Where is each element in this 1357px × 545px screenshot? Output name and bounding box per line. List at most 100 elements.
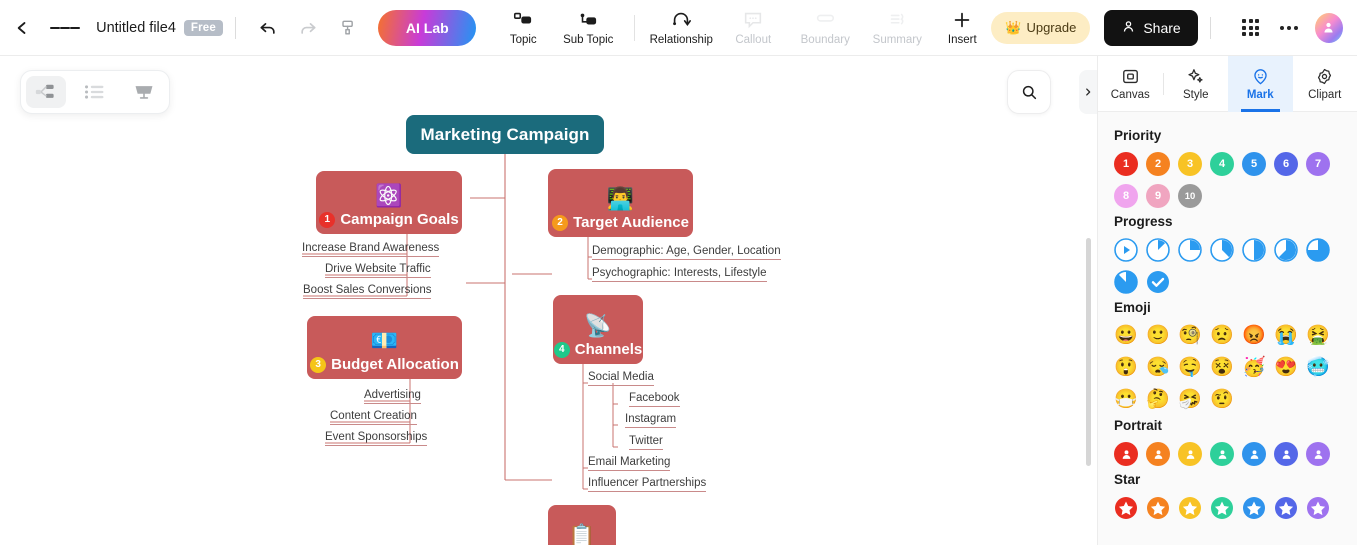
progress-marker-37[interactable] <box>1210 238 1234 262</box>
summary-label: Summary <box>872 34 922 46</box>
branch-budget-allocation[interactable]: 💶 3 Budget Allocation <box>307 316 462 379</box>
priority-marker[interactable]: 6 <box>1274 152 1298 176</box>
subtopic[interactable]: Instagram <box>625 413 677 428</box>
progress-marker-0[interactable] <box>1114 238 1138 262</box>
portrait-marker-row <box>1114 442 1341 466</box>
hamburger-menu-icon[interactable] <box>50 13 81 43</box>
priority-marker[interactable]: 7 <box>1306 152 1330 176</box>
emoji-marker[interactable]: 🤤 <box>1178 356 1202 380</box>
canvas-vertical-scrollbar[interactable] <box>1086 238 1091 466</box>
progress-marker-50[interactable] <box>1242 238 1266 262</box>
outline-view-button[interactable] <box>75 76 115 108</box>
more-dots-icon[interactable] <box>1275 13 1303 43</box>
branch-campaign-goals[interactable]: ⚛️ 1 Campaign Goals <box>316 171 462 234</box>
subtopic[interactable]: Demographic: Age, Gender, Location <box>592 245 781 260</box>
subtopic[interactable]: Influencer Partnerships <box>588 477 707 492</box>
priority-marker[interactable]: 8 <box>1114 184 1138 208</box>
user-avatar[interactable] <box>1314 12 1343 43</box>
portrait-marker[interactable] <box>1242 442 1266 466</box>
emoji-marker[interactable]: 😟 <box>1210 324 1234 348</box>
subtopic[interactable]: Increase Brand Awareness <box>302 242 440 257</box>
emoji-marker[interactable]: 🤮 <box>1306 324 1330 348</box>
tab-mark[interactable]: Mark <box>1228 56 1293 112</box>
subtopic[interactable]: Boost Sales Conversions <box>303 284 432 299</box>
star-marker[interactable] <box>1306 496 1330 520</box>
progress-marker-75[interactable] <box>1306 238 1330 262</box>
emoji-marker[interactable]: 😭 <box>1274 324 1298 348</box>
undo-icon[interactable] <box>254 13 282 43</box>
star-marker[interactable] <box>1242 496 1266 520</box>
branch-channels[interactable]: 📡 4 Channels <box>553 295 643 364</box>
star-marker[interactable] <box>1114 496 1138 520</box>
sub-topic-button[interactable]: Sub Topic <box>552 9 624 46</box>
subtopic[interactable]: Twitter <box>629 435 663 450</box>
emoji-marker[interactable]: 🤨 <box>1210 388 1234 412</box>
priority-marker[interactable]: 9 <box>1146 184 1170 208</box>
emoji-marker[interactable]: 🤧 <box>1178 388 1202 412</box>
progress-marker-12[interactable] <box>1146 238 1170 262</box>
portrait-marker[interactable] <box>1146 442 1170 466</box>
emoji-marker[interactable]: 🥶 <box>1306 356 1330 380</box>
portrait-marker[interactable] <box>1210 442 1234 466</box>
portrait-marker[interactable] <box>1178 442 1202 466</box>
ai-lab-button[interactable]: AI Lab <box>378 9 477 46</box>
tab-canvas[interactable]: Canvas <box>1098 56 1163 112</box>
subtopic[interactable]: Content Creation <box>330 410 417 425</box>
file-name[interactable]: Untitled file4 <box>96 20 176 36</box>
emoji-marker[interactable]: 🧐 <box>1178 324 1202 348</box>
emoji-marker[interactable]: 😀 <box>1114 324 1138 348</box>
presentation-view-button[interactable] <box>124 76 164 108</box>
mindmap-canvas[interactable]: Marketing Campaign ⚛️ 1 Campaign Goals I… <box>0 56 1097 545</box>
mindmap-view-button[interactable] <box>25 76 66 108</box>
portrait-marker[interactable] <box>1274 442 1298 466</box>
progress-marker-25[interactable] <box>1178 238 1202 262</box>
apps-grid-icon[interactable] <box>1237 13 1265 43</box>
star-marker[interactable] <box>1210 496 1234 520</box>
topic-button[interactable]: Topic <box>494 9 552 46</box>
insert-button[interactable]: Insert <box>933 9 991 46</box>
format-painter-icon[interactable] <box>334 13 362 43</box>
star-marker[interactable] <box>1178 496 1202 520</box>
subtopic[interactable]: Event Sponsorships <box>325 431 428 446</box>
emoji-marker[interactable]: 😲 <box>1114 356 1138 380</box>
subtopic[interactable]: Psychographic: Interests, Lifestyle <box>592 267 767 282</box>
portrait-marker[interactable] <box>1306 442 1330 466</box>
subtopic[interactable]: Drive Website Traffic <box>325 263 431 278</box>
branch-target-audience[interactable]: 👨‍💻 2 Target Audience <box>548 169 693 237</box>
star-marker[interactable] <box>1274 496 1298 520</box>
search-button[interactable] <box>1007 70 1051 114</box>
branch-kpis[interactable]: 📋 5 KPIs <box>548 505 616 545</box>
subtopic[interactable]: Email Marketing <box>588 456 671 471</box>
priority-marker[interactable]: 1 <box>1114 152 1138 176</box>
star-marker[interactable] <box>1146 496 1170 520</box>
panel-collapse-toggle[interactable] <box>1079 70 1097 114</box>
tab-style[interactable]: Style <box>1164 56 1229 112</box>
subtopic[interactable]: Facebook <box>629 392 680 407</box>
portrait-marker[interactable] <box>1114 442 1138 466</box>
priority-badge: 2 <box>552 214 569 231</box>
priority-marker[interactable]: 5 <box>1242 152 1266 176</box>
emoji-marker[interactable]: 🥳 <box>1242 356 1266 380</box>
emoji-marker[interactable]: 😷 <box>1114 388 1138 412</box>
progress-marker-87[interactable] <box>1114 270 1138 294</box>
progress-marker-62[interactable] <box>1274 238 1298 262</box>
central-topic[interactable]: Marketing Campaign <box>406 115 604 154</box>
progress-marker-100[interactable] <box>1146 270 1170 294</box>
priority-marker[interactable]: 10 <box>1178 184 1202 208</box>
tab-clipart[interactable]: Clipart <box>1293 56 1357 112</box>
emoji-marker[interactable]: 😵 <box>1210 356 1234 380</box>
emoji-marker[interactable]: 🤔 <box>1146 388 1170 412</box>
emoji-marker[interactable]: 😡 <box>1242 324 1266 348</box>
relationship-button[interactable]: Relationship <box>645 9 717 46</box>
share-button[interactable]: Share <box>1104 9 1198 46</box>
priority-marker[interactable]: 4 <box>1210 152 1234 176</box>
priority-marker[interactable]: 2 <box>1146 152 1170 176</box>
back-arrow-icon[interactable] <box>8 13 36 43</box>
emoji-marker[interactable]: 🙂 <box>1146 324 1170 348</box>
subtopic[interactable]: Social Media <box>588 371 654 386</box>
priority-marker[interactable]: 3 <box>1178 152 1202 176</box>
emoji-marker[interactable]: 😍 <box>1274 356 1298 380</box>
subtopic[interactable]: Advertising <box>364 389 421 404</box>
emoji-marker[interactable]: 😪 <box>1146 356 1170 380</box>
upgrade-button[interactable]: 👑 Upgrade <box>991 11 1091 44</box>
